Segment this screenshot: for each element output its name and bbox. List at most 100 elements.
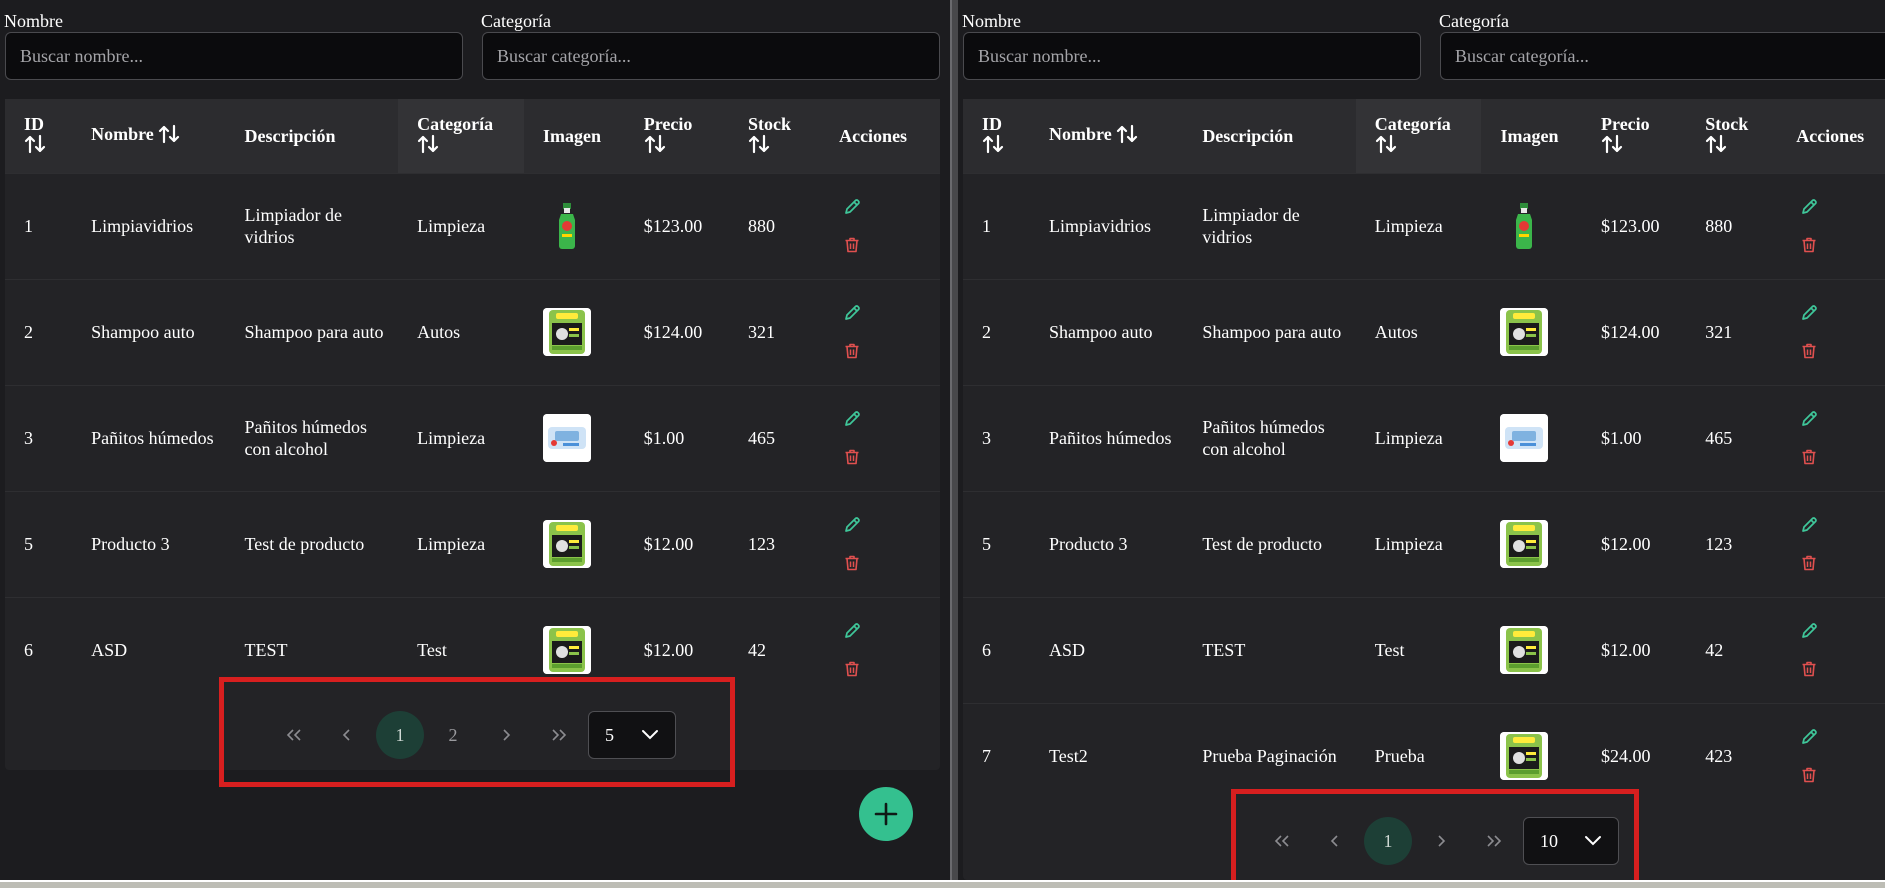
page-button[interactable]: 1 bbox=[1364, 817, 1412, 865]
category-search-input[interactable] bbox=[482, 32, 940, 80]
chevron-down-icon bbox=[641, 729, 659, 741]
column-header-stock[interactable]: Stock bbox=[728, 99, 821, 173]
table-row: 2 Shampoo auto Shampoo para auto Autos $124.… bbox=[5, 278, 940, 385]
sort-arrows-icon[interactable] bbox=[1375, 134, 1397, 158]
table-row: 6 ASD TEST Test $12.00 42 bbox=[5, 596, 940, 703]
column-header-description: Descripción bbox=[1183, 99, 1356, 173]
cell-description-text: Test de producto bbox=[1202, 534, 1323, 554]
sort-arrows-icon[interactable] bbox=[748, 134, 770, 158]
cell-image bbox=[1481, 384, 1583, 491]
cell-actions bbox=[1777, 490, 1885, 597]
rows-per-page-value: 10 bbox=[1540, 830, 1558, 851]
name-filter: Nombre bbox=[962, 10, 1421, 80]
sort-arrows-icon[interactable] bbox=[644, 134, 666, 158]
cell-id: 6 bbox=[5, 596, 73, 703]
cell-stock-text: 123 bbox=[1705, 534, 1733, 554]
edit-pencil-icon[interactable] bbox=[1797, 725, 1821, 749]
column-header-stock[interactable]: Stock bbox=[1686, 99, 1778, 173]
delete-trash-icon[interactable] bbox=[1797, 551, 1821, 575]
category-filter: Categoría bbox=[481, 10, 940, 80]
last-page-double-chevron-right-icon[interactable] bbox=[1470, 817, 1518, 865]
previous-page-chevron-left-icon[interactable] bbox=[1311, 817, 1359, 865]
category-search-input[interactable] bbox=[1440, 32, 1885, 80]
cell-category: Test bbox=[1355, 596, 1482, 703]
cell-actions bbox=[1777, 278, 1885, 385]
name-filter: Nombre bbox=[4, 10, 463, 80]
edit-pencil-icon[interactable] bbox=[1797, 619, 1821, 643]
right-panel: Nombre Categoría ID Nombre Descripción Categ… bbox=[958, 0, 1885, 880]
delete-trash-icon[interactable] bbox=[1797, 339, 1821, 363]
column-header-label: Acciones bbox=[839, 125, 908, 146]
edit-pencil-icon[interactable] bbox=[840, 513, 864, 537]
sort-arrows-icon[interactable] bbox=[158, 124, 180, 148]
name-search-input[interactable] bbox=[963, 32, 1421, 80]
column-header-category[interactable]: Categoría bbox=[398, 99, 525, 173]
column-header-category[interactable]: Categoría bbox=[1355, 99, 1482, 173]
delete-trash-icon[interactable] bbox=[1797, 233, 1821, 257]
edit-pencil-icon[interactable] bbox=[840, 195, 864, 219]
cell-stock-text: 880 bbox=[1705, 216, 1733, 236]
cell-id-text: 5 bbox=[24, 534, 33, 554]
edit-pencil-icon[interactable] bbox=[840, 619, 864, 643]
cell-price-text: $123.00 bbox=[1601, 216, 1660, 236]
column-header-name[interactable]: Nombre bbox=[72, 99, 226, 173]
delete-trash-icon[interactable] bbox=[840, 339, 864, 363]
edit-pencil-icon[interactable] bbox=[1797, 195, 1821, 219]
page-button[interactable]: 1 bbox=[376, 711, 424, 759]
last-page-double-chevron-right-icon[interactable] bbox=[535, 711, 583, 759]
column-header-label: Stock bbox=[1705, 113, 1749, 134]
add-product-plus-icon[interactable] bbox=[859, 787, 913, 841]
rows-per-page-select[interactable]: 10 bbox=[1523, 817, 1619, 865]
sort-arrows-icon[interactable] bbox=[417, 134, 439, 158]
cell-price: $123.00 bbox=[624, 172, 729, 279]
column-header-actions: Acciones bbox=[820, 99, 940, 173]
cell-price-text: $1.00 bbox=[643, 428, 685, 448]
cell-actions bbox=[1777, 172, 1885, 279]
rows-per-page-select[interactable]: 5 bbox=[588, 711, 676, 759]
previous-page-chevron-left-icon[interactable] bbox=[323, 711, 371, 759]
column-header-id[interactable]: ID bbox=[5, 99, 73, 173]
name-search-input[interactable] bbox=[5, 32, 463, 80]
first-page-double-chevron-left-icon[interactable] bbox=[1258, 817, 1306, 865]
delete-trash-icon[interactable] bbox=[1797, 763, 1821, 787]
product-image-shampoo-box bbox=[1500, 308, 1549, 356]
cell-description: Test de producto bbox=[225, 490, 399, 597]
delete-trash-icon[interactable] bbox=[840, 233, 864, 257]
next-page-chevron-right-icon[interactable] bbox=[1417, 817, 1465, 865]
page-button[interactable]: 2 bbox=[429, 711, 477, 759]
cell-id-text: 2 bbox=[982, 322, 991, 342]
edit-pencil-icon[interactable] bbox=[1797, 301, 1821, 325]
sort-arrows-icon[interactable] bbox=[24, 134, 46, 158]
edit-pencil-icon[interactable] bbox=[840, 407, 864, 431]
delete-trash-icon[interactable] bbox=[840, 551, 864, 575]
cell-id: 1 bbox=[963, 172, 1031, 279]
column-header-name[interactable]: Nombre bbox=[1030, 99, 1184, 173]
column-header-price[interactable]: Precio bbox=[624, 99, 729, 173]
edit-pencil-icon[interactable] bbox=[840, 301, 864, 325]
delete-trash-icon[interactable] bbox=[840, 657, 864, 681]
delete-trash-icon[interactable] bbox=[1797, 657, 1821, 681]
filters-bar: Nombre Categoría bbox=[4, 0, 950, 82]
first-page-double-chevron-left-icon[interactable] bbox=[270, 711, 318, 759]
sort-arrows-icon[interactable] bbox=[1601, 134, 1623, 158]
edit-pencil-icon[interactable] bbox=[1797, 407, 1821, 431]
cell-image bbox=[1481, 490, 1583, 597]
cell-price-text: $124.00 bbox=[643, 322, 703, 342]
edit-pencil-icon[interactable] bbox=[1797, 513, 1821, 537]
next-page-chevron-right-icon[interactable] bbox=[482, 711, 530, 759]
sort-arrows-icon[interactable] bbox=[1705, 134, 1727, 158]
column-header-id[interactable]: ID bbox=[963, 99, 1031, 173]
delete-trash-icon[interactable] bbox=[840, 445, 864, 469]
sort-arrows-icon[interactable] bbox=[982, 134, 1004, 158]
cell-description: Limpiador de vidrios bbox=[225, 172, 399, 279]
cell-description: Prueba Paginación bbox=[1183, 702, 1356, 809]
column-header-price[interactable]: Precio bbox=[1582, 99, 1687, 173]
cell-description-text: Pañitos húmedos con alcohol bbox=[1202, 417, 1325, 459]
cell-price-text: $24.00 bbox=[1601, 746, 1651, 767]
cell-id: 1 bbox=[5, 172, 73, 279]
cell-description: Pañitos húmedos con alcohol bbox=[1183, 384, 1356, 491]
cell-stock: 880 bbox=[1686, 172, 1778, 279]
delete-trash-icon[interactable] bbox=[1797, 445, 1821, 469]
cell-stock: 42 bbox=[1686, 596, 1778, 703]
sort-arrows-icon[interactable] bbox=[1116, 124, 1138, 148]
